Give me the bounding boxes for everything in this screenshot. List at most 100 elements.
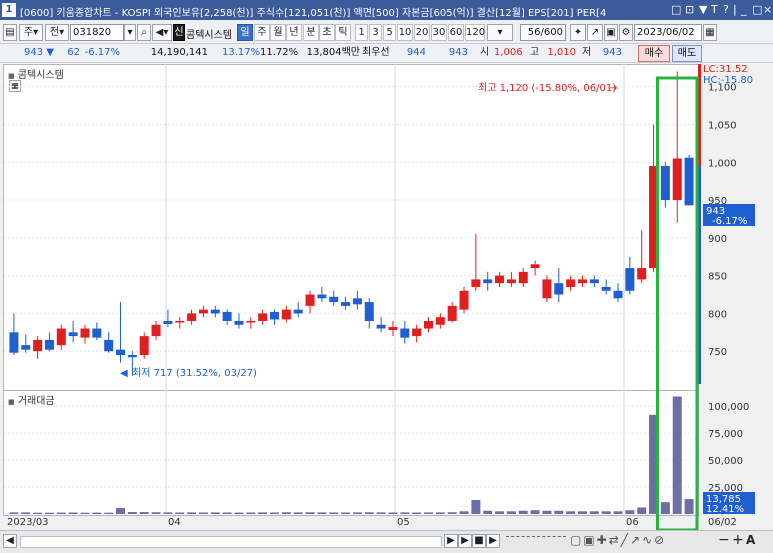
candle-body	[447, 305, 457, 321]
volume-bar	[293, 512, 303, 514]
volume-bar	[222, 512, 232, 514]
volume-bar	[506, 511, 516, 514]
candle-body	[187, 313, 197, 321]
volume-bar	[127, 512, 137, 514]
candle-body	[554, 283, 564, 295]
candle-body	[139, 336, 149, 355]
volume-bar	[246, 512, 256, 514]
x-label-right: 06/02	[708, 517, 737, 528]
current-rate-label: -6.17%	[712, 216, 747, 227]
volume-bar	[151, 512, 161, 514]
low-arrow-icon: ◀	[120, 368, 128, 379]
play-icon[interactable]: ▶	[458, 534, 472, 548]
candle-body	[92, 328, 102, 338]
candle-body	[281, 309, 291, 320]
low-annotation: 최저 717 (31.52%, 03/27)	[132, 367, 257, 379]
high-annotation: 최고 1,120 (-15.80%, 06/01)	[478, 82, 616, 94]
volume-bar	[329, 512, 339, 514]
volume-bar	[672, 396, 682, 514]
volume-bar	[175, 512, 185, 514]
candle-body	[483, 279, 493, 284]
volume-bar	[258, 512, 268, 514]
candle-body	[305, 294, 315, 306]
candle-body	[56, 328, 66, 346]
candle-body	[116, 349, 126, 355]
candle-body	[270, 311, 280, 320]
candle-body	[530, 264, 540, 269]
high-arrow-icon: →	[609, 83, 617, 94]
zoom-slider[interactable]	[506, 536, 566, 538]
volume-bar	[305, 512, 315, 514]
volume-bar	[483, 510, 493, 514]
candle-body	[163, 320, 173, 324]
volume-bar	[364, 512, 374, 514]
candle-body	[175, 320, 185, 323]
volume-bar	[187, 512, 197, 514]
candle-body	[352, 298, 362, 305]
price-tick-label: 850	[708, 272, 727, 283]
candle-body	[44, 339, 54, 350]
volume-bar	[660, 502, 670, 514]
candle-body	[412, 328, 422, 337]
volume-bar	[44, 512, 54, 514]
price-tick-label: 800	[708, 309, 727, 320]
volume-bar	[352, 512, 362, 514]
candle-body	[423, 320, 433, 329]
volume-bar	[56, 512, 66, 514]
candle-body	[21, 345, 31, 350]
stop-icon[interactable]: ■	[472, 534, 486, 548]
drawing-tools[interactable]: ▢▣✚⇄╱↗∿⊘	[570, 533, 666, 547]
volume-bar	[376, 512, 386, 514]
volume-bar	[471, 499, 481, 514]
lc-label: LC:31.52	[703, 64, 748, 75]
volume-bar	[234, 512, 244, 514]
volume-bar	[116, 508, 126, 514]
candle-body	[317, 294, 327, 299]
current-volume-rate: 12.41%	[706, 504, 744, 515]
volume-bar	[163, 512, 173, 514]
volume-tick-label: 75,000	[708, 429, 743, 440]
candle-body	[471, 279, 481, 287]
volume-bar	[589, 511, 599, 514]
candle-body	[577, 279, 587, 284]
zoom-in-icon[interactable]: +	[732, 532, 744, 548]
candle-body	[388, 327, 398, 331]
scroll-left-icon[interactable]: ◀	[3, 534, 17, 548]
auto-scale-icon[interactable]: A	[746, 533, 755, 547]
volume-bar	[210, 512, 220, 514]
volume-bar	[447, 512, 457, 514]
candle-body	[33, 339, 43, 352]
zoom-out-icon[interactable]: −	[718, 532, 730, 548]
candle-body	[376, 324, 386, 329]
candle-body	[566, 279, 576, 287]
candle-body	[601, 286, 611, 291]
volume-bar	[625, 510, 635, 514]
volume-bar	[341, 512, 351, 514]
scroll-track[interactable]	[20, 536, 442, 548]
scroll-right-icon[interactable]: ▶	[444, 534, 458, 548]
candle-body	[589, 279, 599, 284]
x-label-mar: 2023/03	[7, 517, 49, 528]
volume-bar	[68, 512, 78, 514]
volume-bar	[684, 499, 694, 514]
candle-body	[637, 268, 647, 280]
candle-body	[80, 328, 90, 338]
candle-body	[613, 290, 623, 299]
volume-bar	[80, 512, 90, 514]
volume-bar	[495, 511, 505, 514]
volume-bar	[530, 510, 540, 514]
forward-icon[interactable]: ▶	[486, 534, 500, 548]
candle-body	[400, 328, 410, 338]
price-tick-label: 1,000	[708, 158, 737, 169]
candle-body	[625, 268, 635, 291]
price-tick-label: 900	[708, 234, 727, 245]
candle-body	[684, 157, 694, 206]
candle-body	[198, 309, 208, 314]
x-label-jun: 06	[626, 517, 639, 528]
volume-bar	[518, 510, 528, 514]
volume-bar	[9, 512, 19, 514]
chart-scrollbar[interactable]: ◀ ▶ ▶ ■ ▶ ▢▣✚⇄╱↗∿⊘ − + A	[0, 530, 773, 553]
x-label-may: 05	[397, 517, 410, 528]
candle-body	[234, 320, 244, 325]
volume-tick-label: 50,000	[708, 456, 743, 467]
